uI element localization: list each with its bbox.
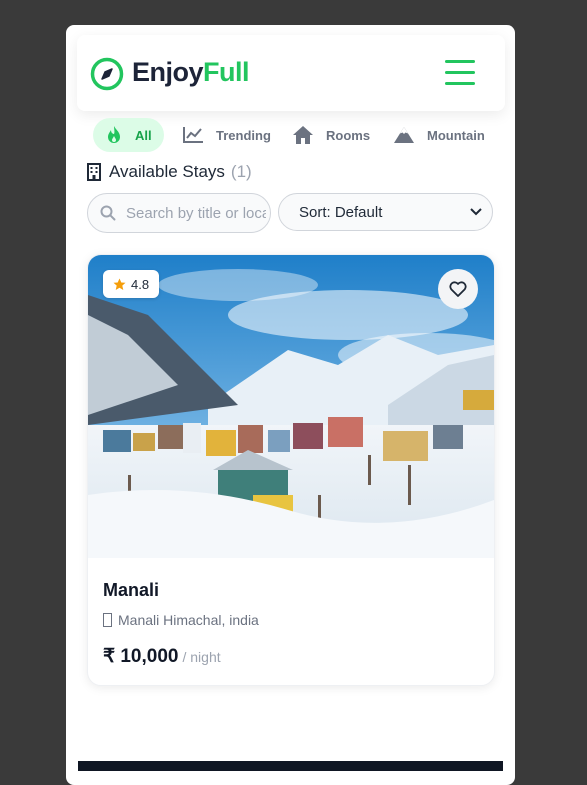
available-stays-count: (1): [230, 162, 252, 181]
listing-location-text: Manali Himachal, india: [118, 612, 259, 628]
footer-bar: [78, 761, 503, 771]
heart-icon: [449, 281, 467, 297]
available-stays-label: Available Stays: [109, 162, 225, 181]
category-label: All: [135, 127, 152, 143]
top-navbar: EnjoyFull: [77, 35, 505, 111]
app-viewport: EnjoyFull All Trending Rooms Mountain Av…: [66, 25, 515, 785]
location-icon: [103, 613, 112, 627]
rating-badge: 4.8: [103, 270, 160, 298]
brand-logo[interactable]: EnjoyFull: [132, 57, 250, 88]
search-box[interactable]: [87, 193, 271, 233]
star-icon: [113, 278, 126, 290]
available-stays-heading: Available Stays (1): [87, 162, 252, 182]
trending-chart-icon: [183, 127, 203, 143]
category-bar: All Trending Rooms Mountain: [93, 118, 515, 154]
favorite-button[interactable]: [438, 269, 478, 309]
compass-icon[interactable]: [90, 57, 124, 91]
house-icon: [293, 126, 313, 144]
chevron-down-icon: [470, 208, 482, 216]
category-all[interactable]: All: [93, 118, 164, 152]
search-input[interactable]: [124, 203, 268, 223]
mountain-icon: [394, 127, 414, 143]
listing-photo[interactable]: [88, 255, 494, 558]
category-label: Trending: [216, 127, 271, 143]
flame-icon: [108, 126, 120, 143]
category-mountain[interactable]: Mountain: [393, 118, 485, 152]
category-label: Mountain: [427, 127, 485, 143]
brand-name-part2: Full: [203, 57, 250, 87]
sort-value: Sort: Default: [299, 203, 383, 221]
brand-name-part1: Enjoy: [132, 57, 204, 87]
hamburger-icon[interactable]: [445, 60, 479, 86]
category-trending[interactable]: Trending: [182, 118, 271, 152]
price-value: ₹ 10,000: [103, 646, 179, 667]
listing-card[interactable]: 4.8 Manali Manali Himachal, india ₹ 10,0…: [87, 254, 495, 686]
rating-value: 4.8: [131, 276, 150, 292]
listing-location: Manali Himachal, india: [103, 612, 259, 628]
building-icon: [87, 163, 101, 181]
search-icon: [100, 205, 116, 221]
sort-select[interactable]: Sort: Default: [278, 193, 493, 231]
category-label: Rooms: [326, 127, 371, 143]
category-rooms[interactable]: Rooms: [292, 118, 370, 152]
listing-price: ₹ 10,000/ night: [103, 645, 221, 668]
listing-title[interactable]: Manali: [103, 580, 159, 601]
price-unit: / night: [182, 649, 221, 665]
